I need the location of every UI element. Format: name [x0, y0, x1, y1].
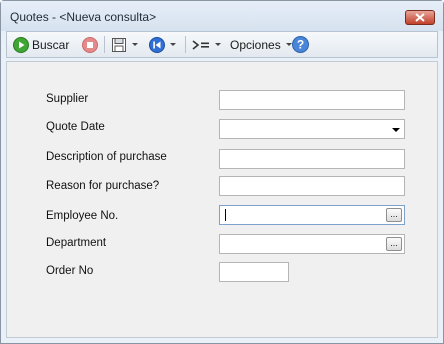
search-button[interactable]: Buscar — [13, 35, 69, 54]
chevron-down-icon[interactable] — [392, 128, 400, 132]
description-field[interactable] — [219, 149, 405, 169]
help-button[interactable]: ? — [292, 35, 309, 54]
quotes-window: Quotes - <Nueva consulta> Buscar Opcione… — [0, 0, 444, 344]
stop-button[interactable] — [82, 35, 98, 54]
quote-date-dropdown[interactable] — [219, 119, 405, 139]
filter-dropdown-caret[interactable] — [215, 43, 221, 46]
reason-label: Reason for purchase? — [46, 180, 160, 192]
toolbar: Buscar Opciones ? — [6, 31, 438, 58]
supplier-field[interactable] — [219, 90, 405, 110]
back-button[interactable] — [149, 35, 176, 54]
play-icon — [13, 36, 29, 53]
order-no-field[interactable] — [219, 262, 289, 282]
svg-text:?: ? — [297, 38, 304, 52]
options-dropdown-caret — [285, 43, 292, 46]
department-lookup-button[interactable]: ... — [386, 237, 402, 251]
employee-lookup-button[interactable]: ... — [386, 208, 402, 222]
supplier-label: Supplier — [46, 93, 89, 105]
window-title: Quotes - <Nueva consulta> — [10, 10, 157, 24]
save-dropdown-caret[interactable] — [132, 43, 138, 46]
department-field[interactable]: ... — [219, 234, 405, 254]
options-menu[interactable]: Opciones — [230, 35, 292, 54]
employee-no-label: Employee No. — [46, 210, 119, 222]
quote-date-label: Quote Date — [46, 121, 105, 133]
back-dropdown-caret[interactable] — [170, 43, 176, 46]
search-label: Buscar — [32, 37, 70, 52]
toolbar-separator — [104, 36, 105, 53]
help-icon: ? — [292, 36, 309, 53]
stop-icon — [82, 36, 98, 53]
filter-button[interactable] — [192, 35, 221, 54]
back-icon — [149, 36, 165, 53]
order-no-label: Order No — [46, 265, 94, 277]
options-label: Opciones — [230, 37, 281, 52]
save-button[interactable] — [111, 35, 138, 54]
reason-field[interactable] — [219, 176, 405, 196]
save-icon — [112, 37, 126, 52]
department-label: Department — [46, 237, 107, 249]
title-bar: Quotes - <Nueva consulta> — [1, 1, 443, 31]
description-label: Description of purchase — [46, 151, 167, 163]
text-cursor — [225, 209, 226, 221]
close-icon — [415, 13, 425, 22]
employee-no-field[interactable]: ... — [219, 205, 405, 225]
form-panel: Supplier Quote Date Description of purch… — [6, 61, 438, 338]
close-button[interactable] — [405, 10, 435, 25]
filter-icon — [192, 39, 209, 50]
toolbar-separator — [185, 36, 186, 53]
